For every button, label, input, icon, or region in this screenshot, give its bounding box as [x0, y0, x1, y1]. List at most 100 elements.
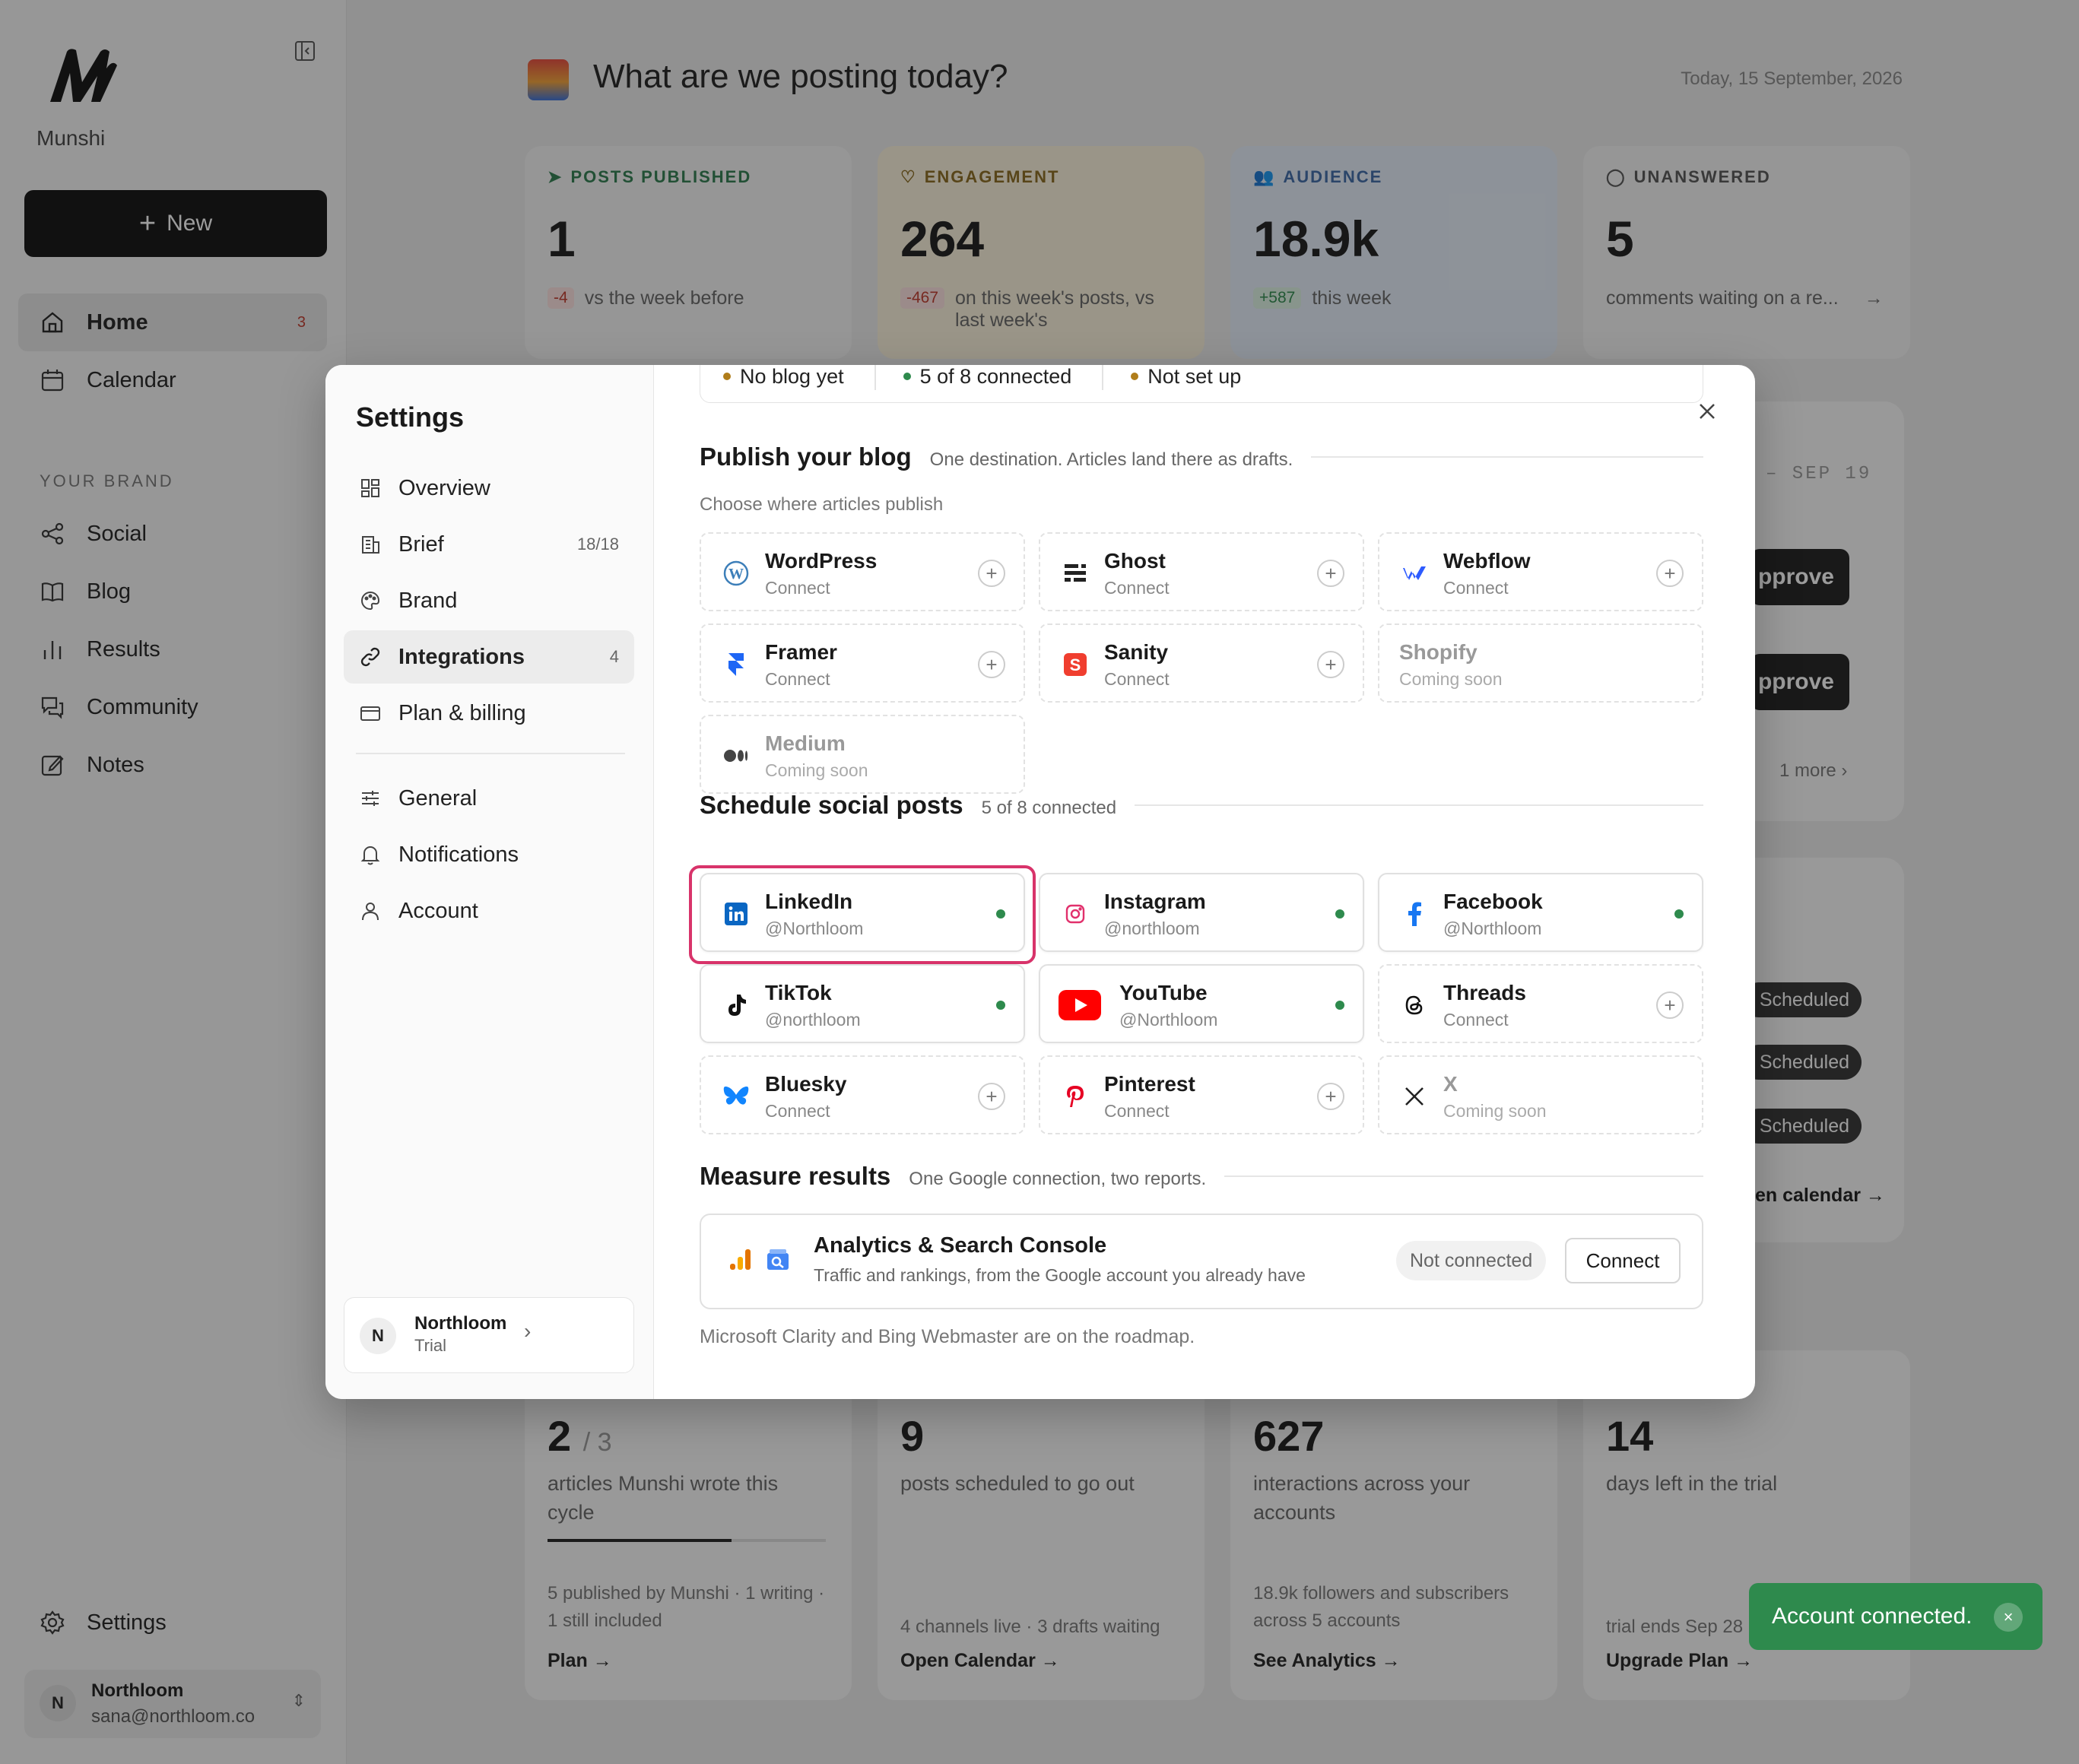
section-rule — [1311, 456, 1703, 458]
integration-status: Connect — [1104, 669, 1170, 689]
add-icon[interactable]: + — [978, 651, 1005, 678]
add-icon[interactable]: + — [1656, 560, 1684, 587]
integration-name: Sanity — [1104, 640, 1169, 664]
social-section-header: Schedule social posts 5 of 8 connected — [700, 791, 1703, 820]
ghost-icon — [1060, 558, 1090, 589]
integration-handle: @Northloom — [1119, 1010, 1218, 1030]
integration-youtube[interactable]: YouTube @Northloom — [1039, 964, 1364, 1043]
integration-name: WordPress — [765, 549, 878, 573]
integration-status: Coming soon — [1399, 669, 1503, 689]
integration-status: Connect — [765, 1101, 830, 1121]
tiktok-icon — [721, 990, 751, 1020]
x-logo-icon — [1399, 1081, 1430, 1112]
webflow-icon — [1399, 558, 1430, 589]
integration-handle: @northloom — [765, 1010, 861, 1030]
section-subtitle: 5 of 8 connected — [981, 798, 1117, 818]
settings-modal: Settings Overview Brief 18/18 Brand Inte… — [325, 365, 1755, 1399]
integration-framer[interactable]: Framer Connect + — [700, 623, 1025, 703]
status-dot — [1131, 373, 1139, 380]
integration-x: X Coming soon — [1378, 1055, 1703, 1134]
section-title: Schedule social posts — [700, 791, 963, 819]
integration-name: Framer — [765, 640, 837, 664]
add-icon[interactable]: + — [978, 560, 1005, 587]
section-subtitle: One Google connection, two reports. — [909, 1169, 1207, 1189]
measure-section-header: Measure results One Google connection, t… — [700, 1162, 1703, 1191]
integration-wordpress[interactable]: W WordPress Connect + — [700, 532, 1025, 611]
integration-threads[interactable]: Threads Connect + — [1378, 964, 1703, 1043]
integration-status-strip: No blog yet 5 of 8 connected Not set up — [700, 365, 1703, 403]
status-social: 5 of 8 connected — [903, 365, 1104, 390]
integration-facebook[interactable]: Facebook @Northloom — [1378, 873, 1703, 952]
analytics-title: Analytics & Search Console — [814, 1233, 1107, 1258]
connected-dot — [1335, 1001, 1344, 1010]
integration-instagram[interactable]: Instagram @northloom — [1039, 873, 1364, 952]
integration-medium: Medium Coming soon — [700, 715, 1025, 794]
integration-ghost[interactable]: Ghost Connect + — [1039, 532, 1364, 611]
success-toast: Account connected. × — [1749, 1583, 2042, 1650]
integration-status: Connect — [1104, 1101, 1170, 1121]
linkedin-icon — [721, 899, 751, 929]
analytics-subtitle: Traffic and rankings, from the Google ac… — [814, 1265, 1306, 1285]
integration-sanity[interactable]: S Sanity Connect + — [1039, 623, 1364, 703]
status-blog: No blog yet — [723, 365, 876, 390]
integration-handle: @northloom — [1104, 918, 1200, 938]
integration-name: Bluesky — [765, 1072, 847, 1096]
connected-dot — [1674, 909, 1684, 918]
integration-pinterest[interactable]: Pinterest Connect + — [1039, 1055, 1364, 1134]
close-icon[interactable] — [1694, 398, 1720, 424]
connected-dot — [1335, 909, 1344, 918]
facebook-icon — [1399, 899, 1430, 929]
connected-dot — [996, 909, 1005, 918]
status-dot — [723, 373, 731, 380]
add-icon[interactable]: + — [978, 1083, 1005, 1110]
settings-content: No blog yet 5 of 8 connected Not set up … — [325, 365, 1755, 1399]
integration-status: Connect — [1104, 578, 1170, 598]
integration-webflow[interactable]: Webflow Connect + — [1378, 532, 1703, 611]
connect-button[interactable]: Connect — [1565, 1238, 1681, 1283]
integration-name: Threads — [1443, 981, 1526, 1004]
section-title: Measure results — [700, 1162, 891, 1190]
integration-bluesky[interactable]: Bluesky Connect + — [700, 1055, 1025, 1134]
bluesky-icon — [721, 1081, 751, 1112]
integration-linkedin[interactable]: LinkedIn @Northloom — [700, 873, 1025, 952]
integration-status: Coming soon — [1443, 1101, 1547, 1121]
add-icon[interactable]: + — [1317, 651, 1344, 678]
add-icon[interactable]: + — [1317, 560, 1344, 587]
integration-name: Webflow — [1443, 549, 1531, 573]
search-console-icon — [767, 1249, 789, 1270]
connected-dot — [996, 1001, 1005, 1010]
blog-section-header: Publish your blog One destination. Artic… — [700, 443, 1703, 471]
pinterest-icon — [1060, 1081, 1090, 1112]
roadmap-note: Microsoft Clarity and Bing Webmaster are… — [700, 1326, 1195, 1347]
integration-name: Pinterest — [1104, 1072, 1195, 1096]
section-rule — [1135, 804, 1703, 806]
integration-name: LinkedIn — [765, 890, 853, 913]
threads-icon — [1399, 990, 1430, 1020]
integration-name: YouTube — [1119, 981, 1208, 1004]
integration-handle: @Northloom — [765, 918, 864, 938]
add-icon[interactable]: + — [1656, 991, 1684, 1019]
svg-text:W: W — [728, 566, 744, 582]
section-subtitle: One destination. Articles land there as … — [929, 449, 1293, 470]
integration-tiktok[interactable]: TikTok @northloom — [700, 964, 1025, 1043]
instagram-icon — [1060, 899, 1090, 929]
integration-name: X — [1443, 1072, 1458, 1096]
status-dot — [903, 373, 911, 380]
status-analytics: Not set up — [1131, 365, 1271, 390]
integration-status: Connect — [1443, 1010, 1509, 1030]
section-title: Publish your blog — [700, 443, 912, 471]
integration-name: Shopify — [1399, 640, 1478, 664]
integration-name: TikTok — [765, 981, 832, 1004]
sanity-icon: S — [1060, 649, 1090, 680]
svg-text:S: S — [1070, 655, 1081, 674]
add-icon[interactable]: + — [1317, 1083, 1344, 1110]
integration-status: Connect — [1443, 578, 1509, 598]
youtube-icon — [1057, 990, 1103, 1020]
analytics-icon — [730, 1249, 751, 1270]
close-icon[interactable]: × — [1994, 1603, 2023, 1632]
integration-status: Connect — [765, 669, 830, 689]
google-analytics-card: Analytics & Search Console Traffic and r… — [700, 1214, 1703, 1309]
integration-status: Connect — [765, 578, 830, 598]
integration-name: Facebook — [1443, 890, 1543, 913]
integration-name: Instagram — [1104, 890, 1206, 913]
